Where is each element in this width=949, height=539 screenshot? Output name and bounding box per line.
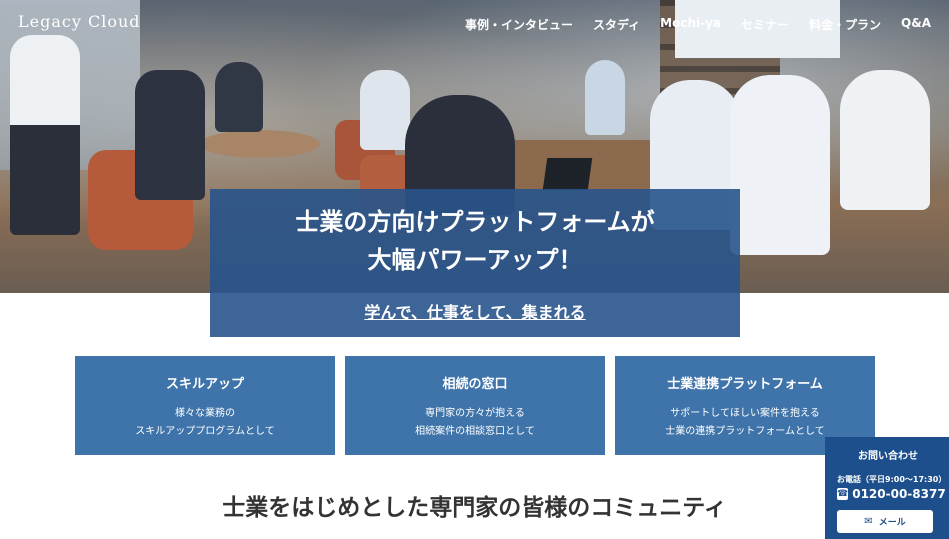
phone-icon: ☎: [837, 488, 849, 500]
mail-icon: ✉: [864, 516, 873, 527]
main-nav: 事例・インタビュー スタディ Mochi-ya セミナー 料金・プラン Q&A: [465, 16, 931, 33]
hero-title: 士業の方向けプラットフォームが 大幅パワーアップ！: [210, 203, 740, 279]
mail-button[interactable]: ✉ メール: [837, 510, 933, 533]
hero-photo-person: [135, 70, 205, 200]
card-description: サポートしてほしい案件を抱える 士業の連携プラットフォームとして: [615, 405, 875, 441]
hero-photo-person: [730, 75, 830, 255]
nav-item-qa[interactable]: Q&A: [901, 16, 931, 33]
contact-widget: お問い合わせ お電話（平日9:00～17:30） ☎ 0120-00-8377 …: [825, 437, 949, 539]
phone-number: 0120-00-8377: [852, 487, 946, 501]
site-logo[interactable]: Legacy Cloud: [18, 12, 141, 31]
hero-title-line2: 大幅パワーアップ！: [367, 245, 583, 274]
card-desc-line: 様々な業務の: [175, 408, 235, 419]
nav-item-study[interactable]: スタディ: [593, 16, 640, 33]
section-heading: 士業をはじめとした専門家の皆様のコミュニティ: [222, 494, 727, 521]
card-desc-line: サポートしてほしい案件を抱える: [670, 408, 820, 419]
hero-photo-person: [10, 35, 80, 235]
nav-item-seminar[interactable]: セミナー: [741, 16, 789, 33]
card-title: 相続の窓口: [442, 377, 508, 392]
hero-photo-person: [215, 62, 263, 132]
nav-item-mochiya[interactable]: Mochi-ya: [660, 16, 721, 33]
card-desc-line: 相続案件の相談窓口として: [415, 426, 535, 437]
hero-title-line1: 士業の方向けプラットフォームが: [295, 207, 655, 236]
hero-photo-person: [585, 60, 625, 135]
feature-cards: スキルアップ 様々な業務の スキルアッププログラムとして 相続の窓口 専門家の方…: [75, 356, 875, 455]
card-description: 専門家の方々が抱える 相続案件の相談窓口として: [345, 405, 605, 441]
card-description: 様々な業務の スキルアッププログラムとして: [75, 405, 335, 441]
contact-phone[interactable]: ☎ 0120-00-8377: [837, 487, 946, 501]
card-title: スキルアップ: [165, 377, 244, 392]
hero-subtitle-link[interactable]: 学んで、仕事をして、集まれる: [210, 299, 740, 323]
card-title: 士業連携プラットフォーム: [667, 377, 823, 392]
hero-photo-person: [360, 70, 410, 150]
mail-button-label: メール: [878, 518, 906, 528]
nav-item-cases[interactable]: 事例・インタビュー: [465, 16, 573, 33]
nav-item-pricing[interactable]: 料金・プラン: [809, 16, 881, 33]
contact-title: お問い合わせ: [858, 451, 918, 462]
card-desc-line: 専門家の方々が抱える: [425, 408, 525, 419]
hero-photo-laptop: [542, 158, 593, 190]
hero-photo-person: [840, 70, 930, 210]
contact-hours: お電話（平日9:00～17:30）: [837, 475, 947, 484]
card-desc-line: スキルアッププログラムとして: [135, 426, 275, 437]
card-inheritance[interactable]: 相続の窓口 専門家の方々が抱える 相続案件の相談窓口として: [345, 356, 605, 455]
card-skillup[interactable]: スキルアップ 様々な業務の スキルアッププログラムとして: [75, 356, 335, 455]
hero-photo-table: [200, 130, 320, 158]
hero-banner: 士業の方向けプラットフォームが 大幅パワーアップ！ 学んで、仕事をして、集まれる: [210, 189, 740, 337]
